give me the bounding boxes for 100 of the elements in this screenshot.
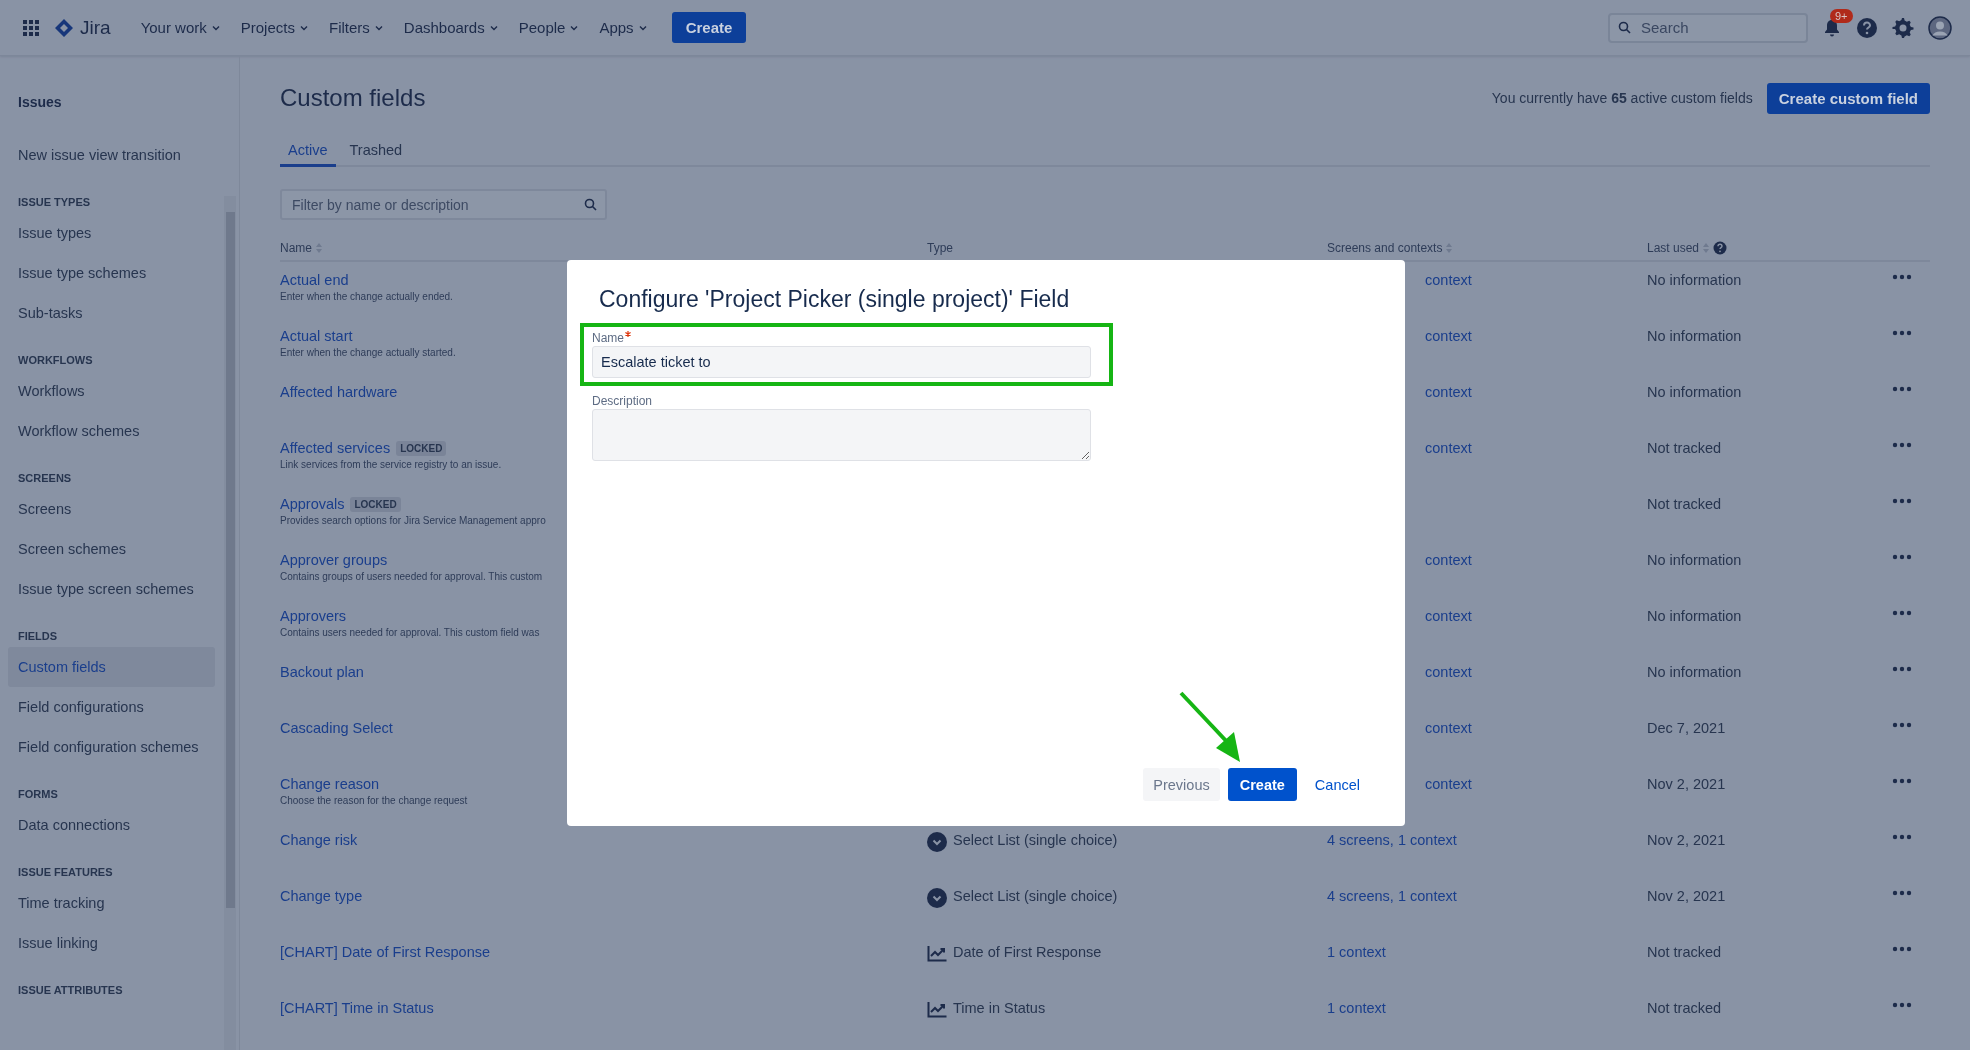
nav-menu[interactable]: People	[508, 13, 590, 42]
field-name-link[interactable]: Affected services	[280, 440, 391, 456]
previous-button[interactable]: Previous	[1143, 768, 1220, 801]
sidebar-item[interactable]: Issue type schemes	[8, 253, 215, 293]
field-label: Description	[592, 394, 653, 408]
sidebar-item[interactable]: Workflows	[8, 371, 215, 411]
field-name-link[interactable]: [CHART] Time in Status	[280, 1000, 434, 1016]
cancel-button[interactable]: Cancel	[1304, 768, 1370, 801]
column-header[interactable]: Screens and contexts	[1327, 241, 1443, 255]
screens-link[interactable]: context	[1425, 328, 1472, 344]
nav-menu[interactable]: Filters	[318, 13, 394, 42]
more-actions-button[interactable]	[1890, 552, 1914, 562]
more-actions-button[interactable]	[1890, 720, 1914, 730]
help-icon[interactable]	[1856, 16, 1878, 39]
screens-link[interactable]: 4 screens, 1 context	[1327, 832, 1457, 848]
field-name-link[interactable]: Actual end	[280, 272, 349, 288]
column-header[interactable]: Last used	[1647, 241, 1700, 255]
sidebar-item[interactable]: Issue types	[8, 213, 215, 253]
sidebar-item[interactable]: Screen schemes	[8, 529, 215, 569]
field-name-link[interactable]: Approvals	[280, 496, 345, 512]
sidebar-item[interactable]: Data connections	[8, 805, 215, 845]
field-name-link[interactable]: Change risk	[280, 832, 358, 848]
screens-link[interactable]: 1 context	[1327, 944, 1386, 960]
section-heading: ISSUE TYPES	[18, 195, 91, 210]
more-actions-button[interactable]	[1890, 496, 1914, 506]
screens-link[interactable]: context	[1425, 384, 1472, 400]
create-button[interactable]: Create	[1227, 768, 1297, 801]
last-used-date: No information	[1647, 552, 1742, 568]
scrollbar-thumb[interactable]	[226, 212, 235, 908]
avatar-icon[interactable]	[1928, 15, 1952, 40]
more-actions-button[interactable]	[1890, 664, 1914, 674]
column-header: Type	[927, 241, 953, 255]
field-name-link[interactable]: Approver groups	[280, 552, 388, 568]
sidebar-item[interactable]: Field configurations	[8, 687, 215, 727]
screens-link[interactable]: 4 screens, 1 context	[1327, 888, 1457, 904]
filter-field[interactable]: Filter by name or description	[280, 189, 607, 220]
nav-menu[interactable]: Projects	[230, 13, 319, 42]
screens-link[interactable]: context	[1425, 608, 1472, 624]
help-icon[interactable]	[1713, 241, 1728, 255]
tab[interactable]: Active	[280, 138, 336, 167]
description-field[interactable]	[592, 409, 1091, 461]
more-actions-button[interactable]	[1890, 776, 1914, 786]
line-chart-icon	[927, 1000, 947, 1018]
settings-icon[interactable]	[1892, 16, 1914, 39]
sidebar-item[interactable]: Issue linking	[8, 923, 215, 963]
nav-menu[interactable]: Your work	[130, 13, 231, 42]
field-name-link[interactable]: Change reason	[280, 776, 380, 792]
more-actions-button[interactable]	[1890, 384, 1914, 394]
more-actions-button[interactable]	[1890, 272, 1914, 282]
search-field[interactable]: Search	[1608, 12, 1808, 43]
product-name[interactable]: Jira	[80, 16, 111, 39]
last-used-date: No information	[1647, 384, 1742, 400]
name-field[interactable]: Escalate ticket to	[592, 346, 1091, 378]
tab[interactable]: Trashed	[341, 138, 411, 167]
logo-icon	[54, 17, 74, 38]
more-actions-button[interactable]	[1890, 888, 1914, 898]
last-used-date: Not tracked	[1647, 1000, 1722, 1016]
field-count-summary: You currently have 65 active custom fields	[1491, 90, 1753, 106]
field-name-link[interactable]: Affected hardware	[280, 384, 398, 400]
field-name-link[interactable]: [CHART] Date of First Response	[280, 944, 491, 960]
sidebar-item[interactable]: Issue type screen schemes	[8, 569, 215, 609]
nav-menu[interactable]: Dashboards	[393, 13, 509, 42]
filter-input[interactable]: Filter by name or description	[290, 195, 584, 214]
field-name-link[interactable]: Change type	[280, 888, 363, 904]
more-actions-button[interactable]	[1890, 608, 1914, 618]
screens-link[interactable]: context	[1425, 440, 1472, 456]
field-name-link[interactable]: Approvers	[280, 608, 347, 624]
last-used-date: No information	[1647, 328, 1742, 344]
sidebar-item[interactable]: Sub-tasks	[8, 293, 215, 333]
search-input[interactable]: Search	[1639, 18, 1793, 37]
sidebar-item[interactable]: Workflow schemes	[8, 411, 215, 451]
more-actions-button[interactable]	[1890, 1000, 1914, 1010]
more-actions-button[interactable]	[1890, 832, 1914, 842]
field-description: Contains groups of users needed for approval. This custom	[280, 571, 543, 582]
sidebar-item[interactable]: Screens	[8, 489, 215, 529]
create-custom-field-button[interactable]: Create custom field	[1766, 82, 1930, 114]
field-name-link[interactable]: Backout plan	[280, 664, 364, 680]
screens-link[interactable]: context	[1425, 720, 1472, 736]
dropdown-circle-icon	[927, 832, 947, 852]
screens-link[interactable]: context	[1425, 552, 1472, 568]
sidebar-item[interactable]: Time tracking	[8, 883, 215, 923]
more-actions-button[interactable]	[1890, 440, 1914, 450]
create-button[interactable]: Create	[671, 12, 747, 43]
field-name-link[interactable]: Cascading Select	[280, 720, 393, 736]
sidebar-item[interactable]: Field configuration schemes	[8, 727, 215, 767]
locked-tag: LOCKED	[350, 496, 401, 512]
more-actions-button[interactable]	[1890, 328, 1914, 338]
column-header[interactable]: Name	[280, 241, 312, 255]
nav-menu[interactable]: Apps	[589, 13, 658, 42]
field-type: Select List (single choice)	[953, 832, 1118, 848]
sidebar-item[interactable]: Custom fields	[8, 647, 215, 687]
app-switcher-icon[interactable]	[22, 18, 40, 37]
sidebar-item[interactable]: New issue view transition	[8, 135, 215, 175]
screens-link[interactable]: context	[1425, 664, 1472, 680]
screens-link[interactable]: 1 context	[1327, 1000, 1386, 1016]
field-type: Date of First Response	[953, 944, 1102, 960]
screens-link[interactable]: context	[1425, 272, 1472, 288]
field-name-link[interactable]: Actual start	[280, 328, 353, 344]
screens-link[interactable]: context	[1425, 776, 1472, 792]
more-actions-button[interactable]	[1890, 944, 1914, 954]
